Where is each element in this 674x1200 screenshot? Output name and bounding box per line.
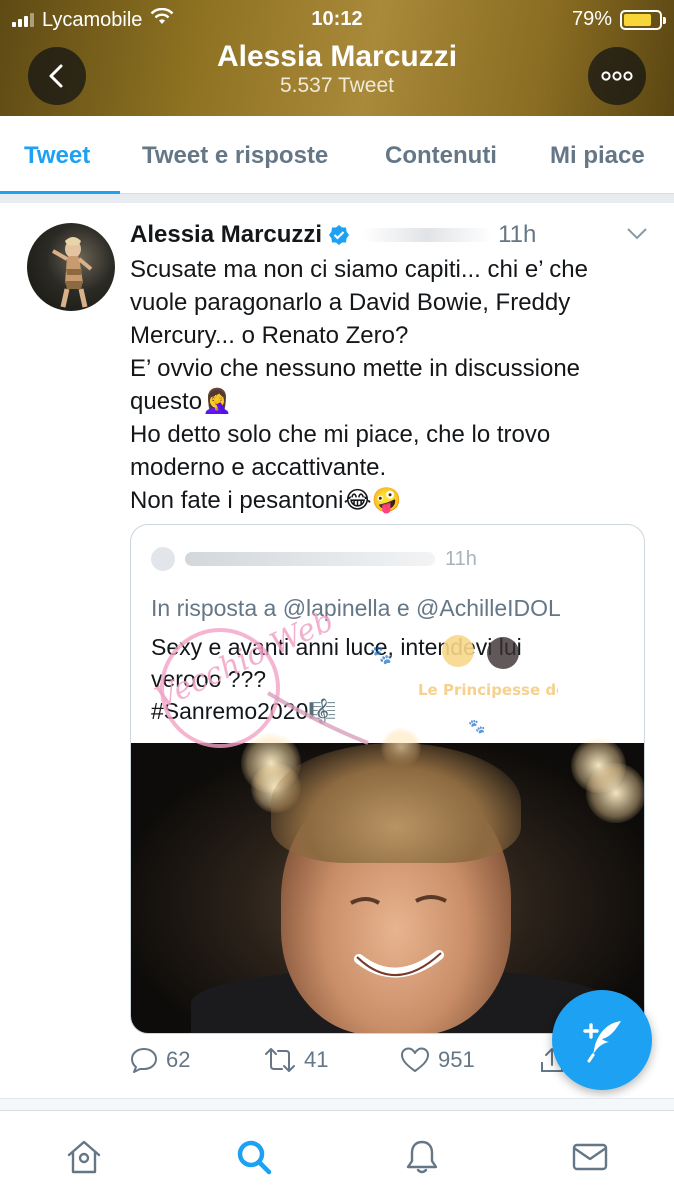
tweet-header: Alessia Marcuzzi 11h [130, 221, 536, 249]
retweet-button[interactable]: 41 [264, 1046, 328, 1074]
compose-feather-icon [583, 1021, 621, 1063]
quoted-tweet[interactable]: 11h In risposta a @lapinella e @AchilleI… [130, 524, 645, 1034]
tweet-text-line: moderno e accattivante. [130, 454, 387, 481]
more-button[interactable] [588, 47, 646, 105]
photo-light [586, 763, 644, 823]
tweet-card[interactable]: Alessia Marcuzzi 11h Scusate ma non ci s… [0, 203, 674, 1098]
home-icon [67, 1140, 101, 1174]
profile-header: Lycamobile 10:12 79% Alessia Marcuzzi 5.… [0, 0, 674, 116]
avatar[interactable] [27, 223, 115, 311]
tweet-count: 5.537 Tweet [279, 74, 395, 97]
compose-tweet-button[interactable] [552, 990, 652, 1090]
battery-percent: 79% [571, 8, 612, 30]
tweet-text-line: Scusate ma non ci siamo capiti... chi e’… [130, 256, 588, 283]
bottom-tab-bar [0, 1110, 674, 1200]
tweet-text-line: E’ ovvio che nessuno mette in discussion… [130, 355, 581, 382]
retweet-icon [265, 1048, 295, 1072]
status-bar: Lycamobile 10:12 79% [0, 6, 674, 32]
ellipsis-icon [601, 71, 633, 81]
avatar-photo [52, 237, 93, 308]
quoted-text-line: verooo ??? [151, 666, 267, 692]
quoted-avatar [151, 547, 175, 571]
tweet-text-line: Ho detto solo che mi piace, che lo trovo [130, 421, 551, 448]
nav-search[interactable] [232, 1135, 276, 1179]
tweet-text-line: vuole paragonarlo a David Bowie, Freddy [130, 289, 571, 316]
tweet-text-line: Non fate i pesantoni😂🤪 [130, 487, 402, 514]
quoted-tweet-photo[interactable] [131, 728, 644, 1033]
reply-button[interactable]: 62 [130, 1046, 190, 1074]
bell-icon [406, 1140, 438, 1174]
quoted-tweet-time: 11h [445, 547, 477, 570]
quoted-blurred-author [185, 552, 435, 566]
tweet-options-chevron-icon[interactable] [626, 227, 648, 246]
mail-icon [572, 1143, 608, 1171]
search-icon [237, 1140, 272, 1175]
tweet-text: Scusate ma non ci siamo capiti... chi e’… [130, 253, 640, 517]
separator [0, 194, 674, 203]
tab-tweet-e-risposte[interactable]: Tweet e risposte [142, 142, 328, 170]
quoted-text-line: Sexy e avanti anni luce, intendevi lui [151, 634, 522, 660]
nav-notifications[interactable] [400, 1135, 444, 1179]
status-right: 79% [571, 8, 666, 31]
profile-tabs: Tweet Tweet e risposte Contenuti Mi piac… [0, 116, 674, 194]
reply-count: 62 [166, 1047, 191, 1072]
nav-messages[interactable] [568, 1135, 612, 1179]
battery-icon [620, 9, 666, 30]
reply-and: e [396, 595, 410, 621]
mention-link[interactable]: @AchilleIDOL [416, 595, 561, 621]
tweet-text-line: Mercury... o Renato Zero? [130, 322, 409, 349]
mention-link[interactable]: @lapinella [283, 595, 391, 621]
profile-name: Alessia Marcuzzi [216, 40, 458, 73]
tab-tweet[interactable]: Tweet [24, 142, 90, 170]
feed-divider [0, 1098, 674, 1110]
quoted-text-line: #Sanremo2020🎼 [151, 698, 337, 724]
tweet-text-line: questo🤦‍♀️ [130, 388, 232, 415]
heart-icon [401, 1047, 429, 1072]
quoted-tweet-header: 11h [151, 547, 477, 571]
like-count: 951 [438, 1047, 475, 1072]
nav-home[interactable] [62, 1135, 106, 1179]
photo-features [350, 895, 447, 978]
quoted-tweet-text: Sexy e avanti anni luce, intendevi lui v… [151, 631, 522, 727]
reply-context: In risposta a @lapinella e @AchilleIDOL [151, 595, 561, 622]
tweet-author[interactable]: Alessia Marcuzzi [130, 221, 322, 249]
tweet-time: 11h [498, 221, 537, 248]
retweet-count: 41 [304, 1047, 329, 1072]
reply-prefix: In risposta a [151, 595, 277, 621]
like-button[interactable]: 951 [400, 1046, 475, 1074]
tab-mi-piace[interactable]: Mi piace [550, 142, 645, 170]
tab-contenuti[interactable]: Contenuti [385, 142, 497, 170]
verified-badge-icon [328, 224, 350, 246]
reply-icon [131, 1048, 157, 1073]
blurred-handle [362, 228, 493, 242]
